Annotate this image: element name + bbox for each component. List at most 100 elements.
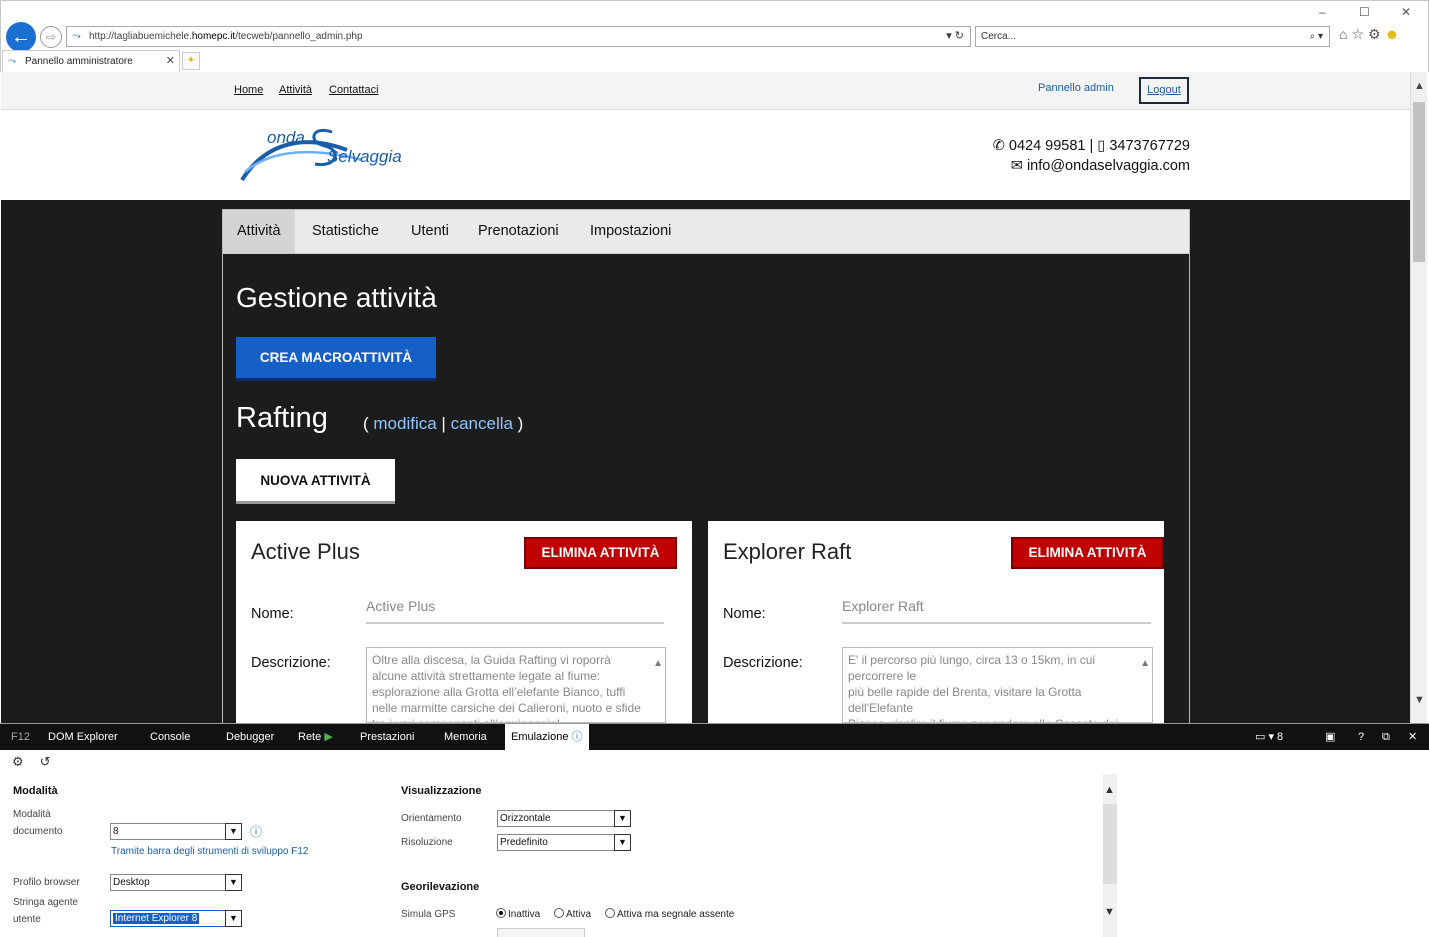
- search-input[interactable]: Cerca... ⌕ ▾: [975, 26, 1330, 47]
- tab-dom-explorer[interactable]: DOM Explorer: [48, 724, 118, 750]
- tab-emulazione-label: Emulazione: [511, 731, 569, 743]
- nav-attivita-link[interactable]: Attività: [279, 84, 312, 96]
- site-favicon-icon: ⤳: [72, 30, 81, 42]
- phone-number: 0424 99581: [1008, 138, 1086, 154]
- scroll-up-icon[interactable]: ▲: [1414, 80, 1425, 92]
- page-scrollbar[interactable]: ▲ ▼: [1410, 72, 1427, 723]
- nav-home-link[interactable]: Home: [234, 84, 263, 96]
- user-agent-label: Stringa agente utente: [13, 897, 79, 925]
- logout-button[interactable]: Logout: [1139, 77, 1189, 104]
- devtools-scrollbar[interactable]: ▲ ▼: [1103, 774, 1117, 937]
- device-icon: ▭: [1255, 731, 1266, 743]
- tab-rete-label: Rete: [298, 731, 322, 743]
- tab-utenti[interactable]: Utenti: [397, 210, 463, 253]
- smiley-feedback-icon[interactable]: ☻: [1385, 26, 1404, 42]
- favorites-star-icon[interactable]: ☆: [1351, 26, 1368, 42]
- back-button[interactable]: ←: [6, 22, 36, 52]
- maximize-button[interactable]: ☐: [1359, 5, 1370, 19]
- home-icon[interactable]: ⌂: [1339, 26, 1351, 42]
- textarea-scroll-up-icon[interactable]: ▲: [653, 656, 663, 672]
- scroll-down-icon[interactable]: ▼: [1104, 906, 1115, 918]
- gps-radio-no-signal[interactable]: Attiva ma segnale assente: [605, 908, 734, 920]
- onda-selvaggia-logo[interactable]: onda Selvaggia: [237, 120, 417, 190]
- new-tab-icon: ✦: [186, 55, 196, 66]
- close-devtools-icon[interactable]: ✕: [1408, 724, 1417, 750]
- back-arrow-icon: ←: [11, 26, 31, 48]
- browser-tab[interactable]: ⤳ Pannello amministratore ✕: [2, 50, 180, 72]
- scroll-down-icon[interactable]: ▼: [1414, 694, 1425, 706]
- chevron-down-icon: ▼: [225, 823, 242, 840]
- browser-chrome: – ☐ ✕ ← ⇨ ⤳ http://tagliabuemichele.homep…: [0, 0, 1429, 72]
- address-bar[interactable]: ⤳ http://tagliabuemichele.homepc.it/tecwe…: [66, 26, 971, 47]
- activity-card: Active Plus ELIMINA ATTIVITÀ Nome: Activ…: [236, 521, 692, 723]
- tab-attivita[interactable]: Attività: [223, 210, 295, 253]
- tab-prestazioni[interactable]: Prestazioni: [360, 724, 414, 750]
- new-tab-button[interactable]: ✦: [182, 52, 200, 70]
- console-toggle-icon[interactable]: ▣: [1325, 724, 1335, 750]
- name-input[interactable]: Active Plus: [366, 598, 664, 624]
- tab-title: Pannello amministratore: [25, 56, 133, 67]
- delete-activity-button[interactable]: ELIMINA ATTIVITÀ: [524, 537, 677, 569]
- page-title: Gestione attività: [236, 282, 437, 313]
- email-address: info@ondaselvaggia.com: [1026, 158, 1190, 174]
- admin-panel-link[interactable]: Pannello admin: [1038, 82, 1114, 94]
- resolution-select[interactable]: Predefinito ▼: [497, 834, 631, 851]
- orientation-select[interactable]: Orizzontale ▼: [497, 810, 631, 827]
- nav-contattaci-link[interactable]: Contattaci: [329, 84, 379, 96]
- browser-profile-select[interactable]: Desktop ▼: [110, 874, 242, 891]
- reset-icon[interactable]: ↺: [40, 754, 67, 769]
- settings-list-icon[interactable]: ⚙: [12, 754, 40, 769]
- resolution-label: Risoluzione: [401, 837, 453, 848]
- close-tab-icon[interactable]: ✕: [166, 51, 175, 72]
- device-mode-selector[interactable]: ▭ ▾ 8: [1255, 724, 1283, 750]
- search-icon[interactable]: ⌕ ▾: [1310, 27, 1323, 46]
- description-textarea[interactable]: Oltre alla discesa, la Guida Rafting vi …: [366, 647, 666, 723]
- mobile-icon: ▯: [1097, 138, 1106, 154]
- gps-radio-active[interactable]: Attiva: [554, 908, 591, 920]
- scrollbar-thumb[interactable]: [1413, 102, 1425, 262]
- geo-section-title: Georilevazione: [401, 881, 480, 893]
- info-icon[interactable]: ⓘ: [250, 823, 262, 840]
- textarea-scroll-up-icon[interactable]: ▲: [1140, 656, 1150, 672]
- undock-icon[interactable]: ⧉: [1382, 724, 1390, 750]
- browser-profile-value: Desktop: [113, 877, 150, 888]
- url-prefix: http://tagliabuemichele.: [89, 31, 192, 42]
- delete-macro-link[interactable]: cancella: [451, 414, 513, 433]
- tab-impostazioni[interactable]: Impostazioni: [576, 210, 685, 253]
- create-macro-button[interactable]: CREA MACROATTIVITÀ: [236, 337, 436, 381]
- gps-radio-inactive[interactable]: Inattiva: [496, 908, 540, 920]
- tab-statistiche[interactable]: Statistiche: [298, 210, 393, 253]
- minimize-button[interactable]: –: [1319, 5, 1326, 19]
- delete-activity-button[interactable]: ELIMINA ATTIVITÀ: [1011, 537, 1164, 569]
- name-input[interactable]: Explorer Raft: [842, 598, 1151, 624]
- contact-info: ✆ 0424 99581 | ▯ 3473767729 ✉ info@ondas…: [993, 136, 1190, 176]
- record-play-icon[interactable]: ▶: [324, 731, 332, 743]
- new-activity-button[interactable]: NUOVA ATTIVITÀ: [236, 459, 395, 504]
- radio-icon: [605, 908, 615, 918]
- tab-emulazione[interactable]: Emulazione ⓘ: [505, 724, 589, 750]
- help-icon[interactable]: ?: [1358, 724, 1364, 750]
- tab-prenotazioni[interactable]: Prenotazioni: [464, 210, 573, 253]
- edit-macro-link[interactable]: modifica: [373, 414, 436, 433]
- tab-console[interactable]: Console: [150, 724, 190, 750]
- close-window-button[interactable]: ✕: [1401, 5, 1411, 19]
- site-header: onda Selvaggia ✆ 0424 99581 | ▯ 34737677…: [1, 110, 1410, 200]
- refresh-icon[interactable]: ▾ ↻: [946, 27, 964, 46]
- description-textarea[interactable]: E' il percorso più lungo, circa 13 o 15k…: [842, 647, 1153, 723]
- radio-icon: [554, 908, 564, 918]
- devtools-f12-label: F12: [11, 731, 30, 743]
- forward-button[interactable]: ⇨: [40, 26, 62, 48]
- document-mode-value: 8: [113, 826, 119, 837]
- logo-text-onda: onda: [267, 128, 305, 147]
- gear-icon[interactable]: ⚙: [1368, 26, 1385, 42]
- scrollbar-thumb[interactable]: [1103, 804, 1117, 884]
- tab-memoria[interactable]: Memoria: [444, 724, 487, 750]
- page-viewport: Home Attività Contattaci Pannello admin …: [1, 72, 1410, 723]
- browser-profile-label: Profilo browser: [13, 877, 80, 888]
- tab-rete[interactable]: Rete ▶: [298, 724, 333, 750]
- scroll-up-icon[interactable]: ▲: [1104, 784, 1115, 796]
- document-mode-select[interactable]: 8 ▼: [110, 823, 242, 840]
- user-agent-select[interactable]: Internet Explorer 8 ▼: [110, 910, 242, 927]
- tab-debugger[interactable]: Debugger: [226, 724, 274, 750]
- chevron-down-icon: ▼: [225, 874, 242, 891]
